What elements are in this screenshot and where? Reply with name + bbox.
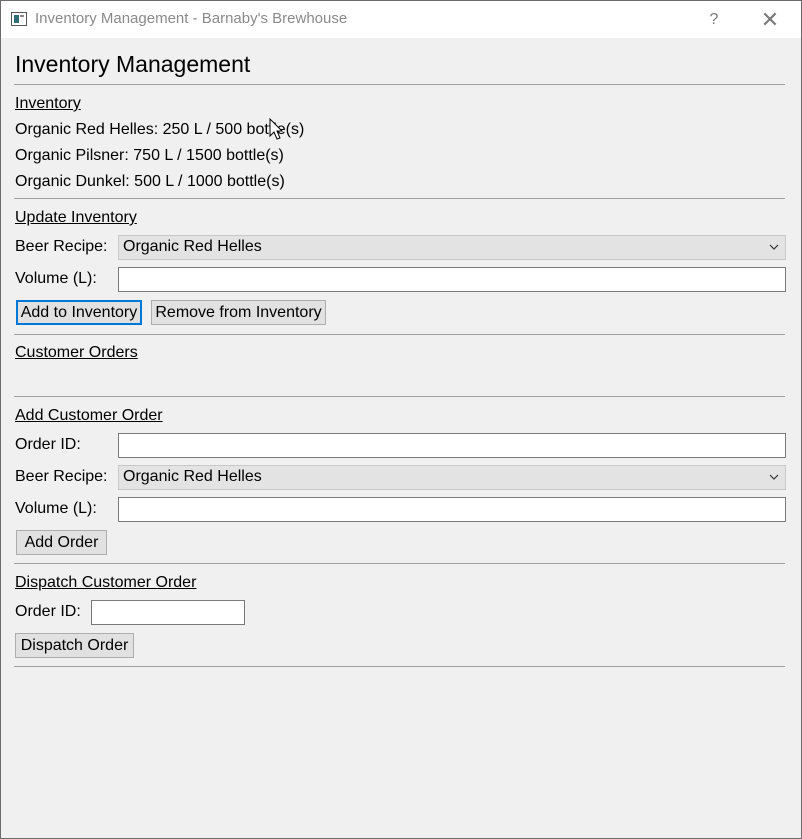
page-title: Inventory Management bbox=[15, 51, 251, 77]
remove-from-inventory-button[interactable]: Remove from Inventory bbox=[151, 300, 326, 325]
inventory-section-title: Inventory bbox=[15, 95, 81, 112]
close-button[interactable]: ✕ bbox=[747, 1, 793, 38]
mouse-pointer-icon bbox=[269, 118, 284, 140]
app-icon bbox=[11, 12, 27, 26]
divider bbox=[14, 198, 785, 199]
dispatch-order-id-input[interactable] bbox=[91, 600, 245, 625]
window-title: Inventory Management - Barnaby's Brewhou… bbox=[35, 10, 348, 27]
volume-label: Volume (L): bbox=[15, 270, 97, 287]
help-button[interactable]: ? bbox=[691, 1, 737, 38]
dispatch-order-button[interactable]: Dispatch Order bbox=[15, 633, 134, 658]
order-beer-recipe-select[interactable]: Organic Red Helles bbox=[118, 465, 786, 490]
divider bbox=[14, 334, 785, 335]
dispatch-order-id-label: Order ID: bbox=[15, 603, 81, 620]
order-volume-input[interactable] bbox=[118, 497, 786, 522]
add-order-section-title: Add Customer Order bbox=[15, 407, 163, 424]
inventory-item: Organic Red Helles: 250 L / 500 bottle(s… bbox=[15, 121, 305, 138]
update-inventory-section-title: Update Inventory bbox=[15, 209, 137, 226]
order-id-label: Order ID: bbox=[15, 436, 81, 453]
main-content: Inventory Management Inventory Organic R… bbox=[1, 38, 801, 838]
chevron-down-icon bbox=[769, 474, 779, 480]
selected-recipe: Organic Red Helles bbox=[123, 238, 262, 255]
chevron-down-icon bbox=[769, 244, 779, 250]
title-bar[interactable]: Inventory Management - Barnaby's Brewhou… bbox=[1, 1, 801, 38]
add-order-button[interactable]: Add Order bbox=[16, 530, 107, 555]
update-volume-input[interactable] bbox=[118, 267, 786, 292]
update-beer-recipe-select[interactable]: Organic Red Helles bbox=[118, 235, 786, 260]
app-window: Inventory Management - Barnaby's Brewhou… bbox=[0, 0, 802, 839]
close-icon: ✕ bbox=[760, 6, 780, 32]
beer-recipe-label: Beer Recipe: bbox=[15, 468, 108, 485]
divider bbox=[14, 666, 785, 667]
beer-recipe-label: Beer Recipe: bbox=[15, 238, 108, 255]
help-icon: ? bbox=[709, 10, 719, 28]
inventory-item: Organic Dunkel: 500 L / 1000 bottle(s) bbox=[15, 173, 285, 190]
add-to-inventory-button[interactable]: Add to Inventory bbox=[16, 300, 142, 325]
customer-orders-section-title: Customer Orders bbox=[15, 344, 138, 361]
divider bbox=[14, 396, 785, 397]
divider bbox=[14, 84, 785, 85]
divider bbox=[14, 563, 785, 564]
volume-label: Volume (L): bbox=[15, 500, 97, 517]
inventory-item: Organic Pilsner: 750 L / 1500 bottle(s) bbox=[15, 147, 284, 164]
order-id-input[interactable] bbox=[118, 433, 786, 458]
selected-recipe: Organic Red Helles bbox=[123, 468, 262, 485]
dispatch-order-section-title: Dispatch Customer Order bbox=[15, 574, 197, 591]
